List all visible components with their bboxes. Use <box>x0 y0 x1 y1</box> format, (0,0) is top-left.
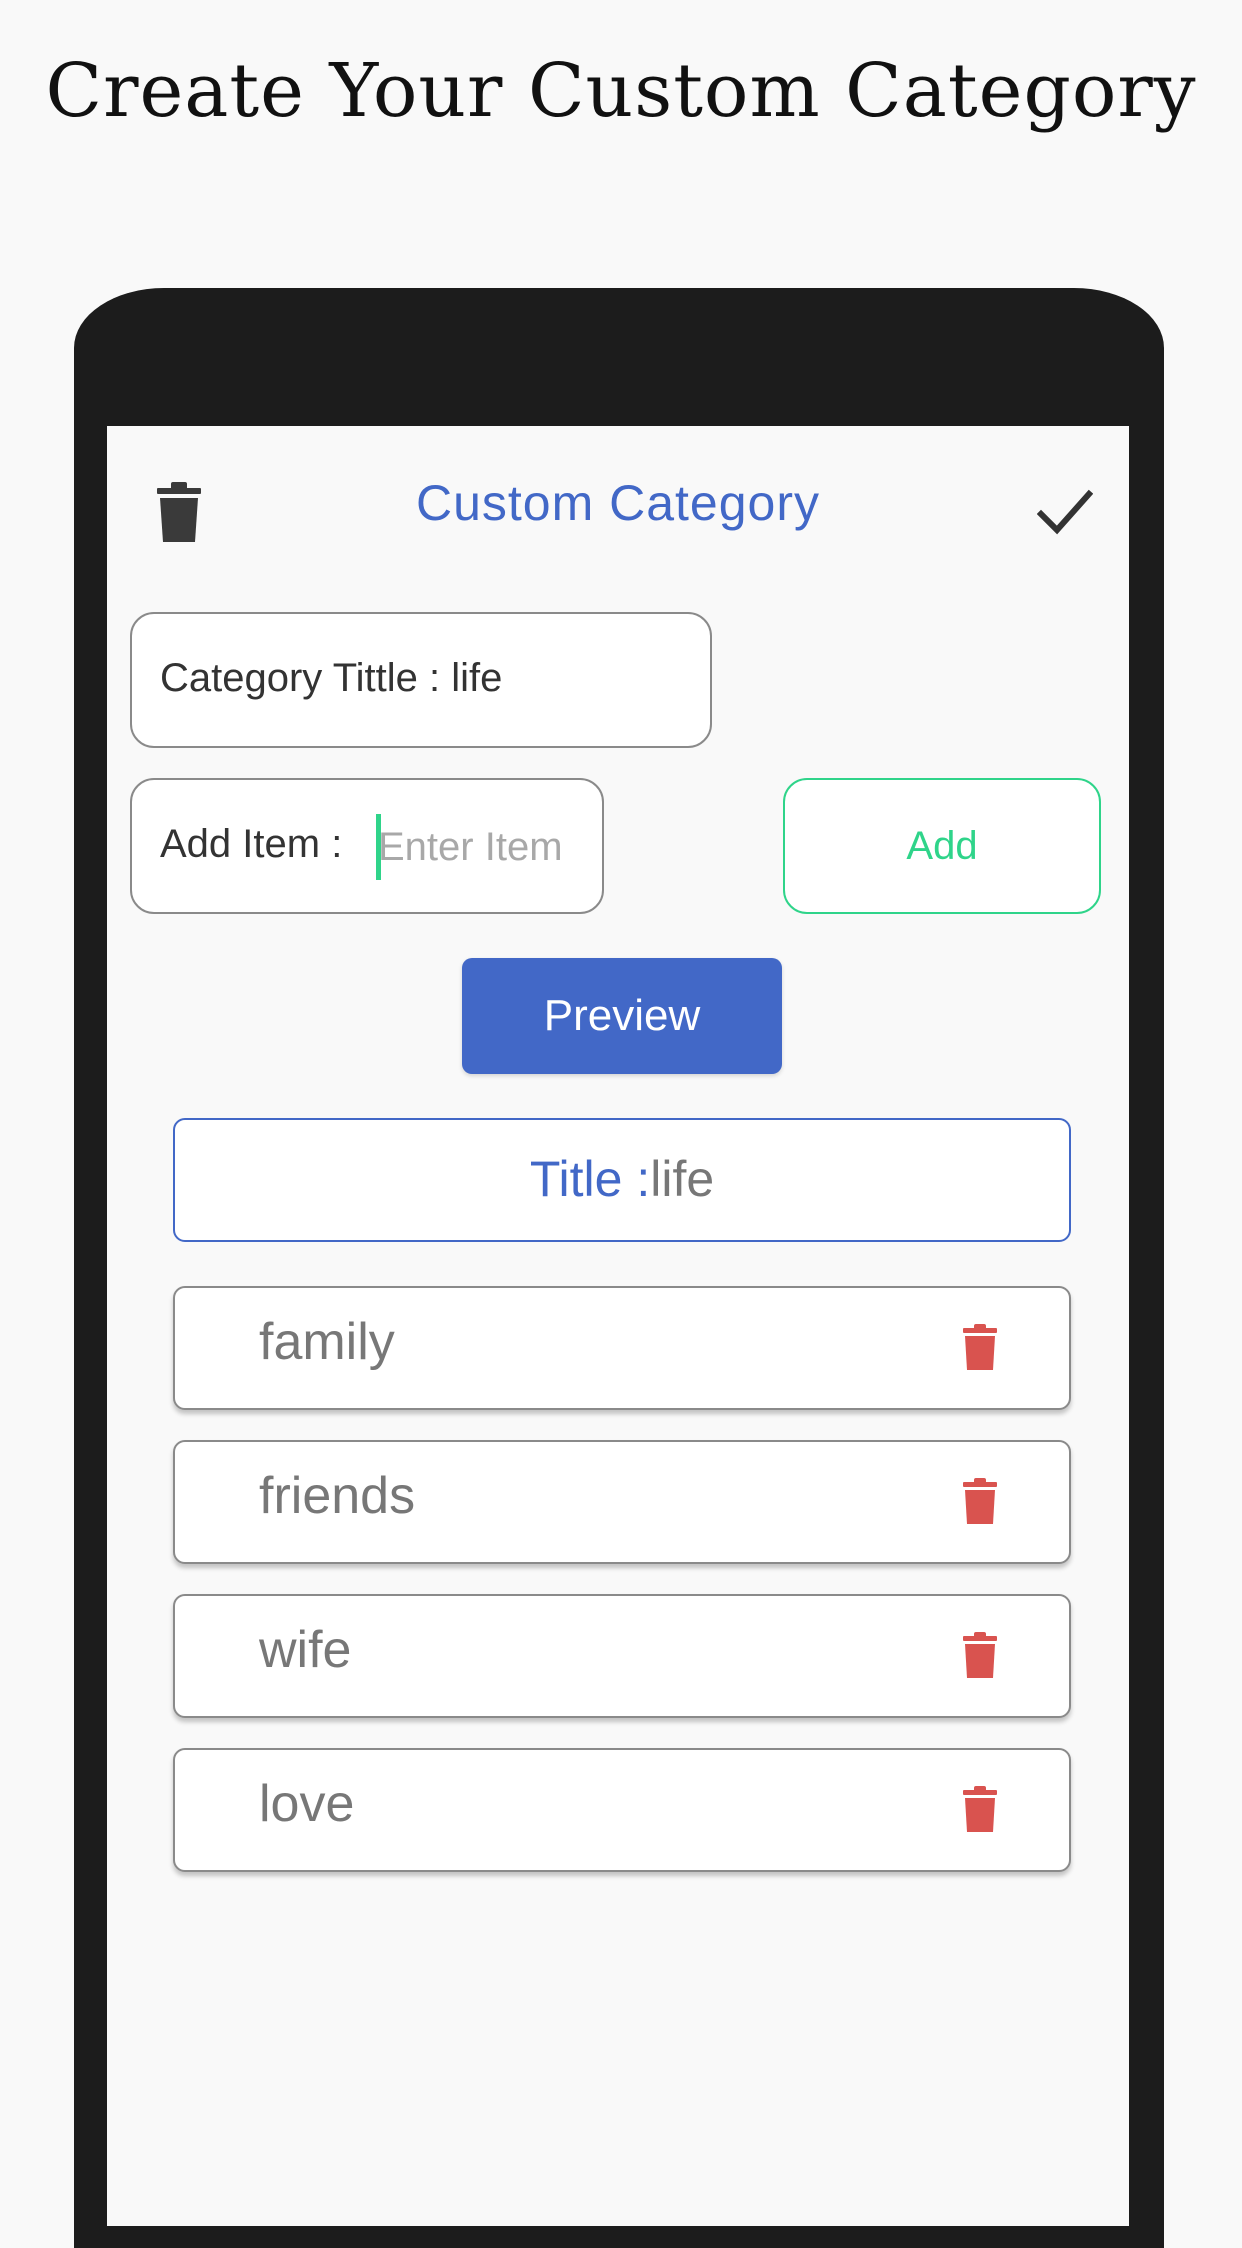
preview-title-value: life <box>650 1151 715 1207</box>
add-button[interactable]: Add <box>783 778 1101 914</box>
list-item: family <box>173 1286 1071 1410</box>
preview-title-card: Title :life <box>173 1118 1071 1242</box>
preview-button[interactable]: Preview <box>462 958 782 1074</box>
delete-trash-icon[interactable] <box>963 1786 997 1832</box>
add-item-field[interactable]: Add Item : <box>130 778 604 914</box>
preview-title-label: Title : <box>529 1151 651 1207</box>
item-list: family friends wife love <box>173 1286 1071 1902</box>
app-title: Custom Category <box>415 475 821 531</box>
list-item-name: family <box>259 1313 395 1371</box>
list-item-name: friends <box>259 1467 416 1525</box>
list-item-name: wife <box>259 1621 352 1679</box>
promo-headline: Create Your Custom Category <box>45 48 1197 134</box>
category-title-text: Category Tittle : life <box>160 656 503 700</box>
delete-trash-icon[interactable] <box>963 1478 997 1524</box>
category-title-field[interactable]: Category Tittle : life <box>130 612 712 748</box>
add-item-label: Add Item : <box>160 822 343 866</box>
list-item: wife <box>173 1594 1071 1718</box>
add-item-input[interactable] <box>378 814 588 880</box>
app-header: Custom Category <box>107 426 1129 586</box>
list-item-name: love <box>259 1775 355 1833</box>
phone-screen: Custom Category Category Tittle : life A… <box>107 426 1129 2226</box>
list-item: love <box>173 1748 1071 1872</box>
delete-trash-icon[interactable] <box>963 1324 997 1370</box>
check-icon[interactable] <box>1037 488 1093 536</box>
delete-trash-icon[interactable] <box>963 1632 997 1678</box>
list-item: friends <box>173 1440 1071 1564</box>
